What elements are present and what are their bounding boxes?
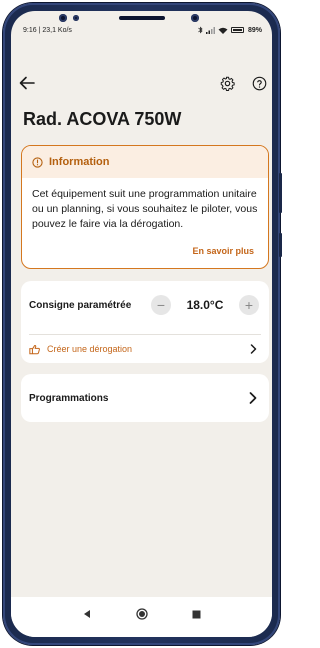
derogation-hand-icon (29, 344, 40, 354)
information-text: Cet équipement suit une programmation un… (32, 188, 258, 230)
signal-icon (205, 26, 215, 34)
arrow-left-icon (19, 76, 35, 90)
setpoint-label: Consigne paramétrée (29, 299, 132, 311)
bluetooth-icon (198, 26, 203, 34)
information-card: Information Cet équipement suit une prog… (21, 145, 269, 269)
status-icons: 89% (198, 26, 262, 34)
chevron-right-icon (249, 392, 257, 404)
divider (29, 334, 261, 335)
page-title: Rad. ACOVA 750W (23, 109, 182, 129)
programs-label: Programmations (29, 392, 109, 404)
nav-home-icon[interactable] (136, 608, 148, 620)
screen: 9:16 | 23,1 Ko/s 89% Rad. ACOVA 750W Inf… (11, 11, 272, 637)
gear-icon (220, 76, 235, 91)
programs-row[interactable]: Programmations (21, 374, 269, 422)
help-circle-icon (252, 76, 266, 90)
increase-button[interactable]: + (239, 295, 259, 315)
setpoint-value: 18.0°C (186, 298, 224, 312)
battery-icon (230, 27, 244, 33)
learn-more-link[interactable]: En savoir plus (192, 246, 254, 256)
information-header: Information (22, 146, 268, 178)
phone-frame: 9:16 | 23,1 Ko/s 89% Rad. ACOVA 750W Inf… (3, 3, 282, 645)
settings-button[interactable] (217, 73, 237, 93)
nav-back-icon[interactable] (82, 609, 92, 619)
status-time: 9:16 | 23,1 Ko/s (23, 26, 72, 34)
system-nav-bar (11, 597, 272, 637)
setpoint-card: Consigne paramétrée − 18.0°C + Créer une… (21, 281, 269, 363)
battery-level: 89% (247, 26, 262, 34)
status-bar: 9:16 | 23,1 Ko/s 89% (11, 11, 272, 37)
back-button[interactable] (17, 73, 37, 93)
chevron-right-icon (250, 344, 257, 354)
info-alert-icon (32, 156, 43, 168)
wifi-icon (218, 27, 228, 34)
side-button (279, 233, 282, 257)
decrease-button[interactable]: − (151, 295, 171, 315)
information-heading: Information (49, 156, 110, 168)
side-button (279, 173, 282, 213)
create-derogation-label: Créer une dérogation (47, 344, 133, 354)
setpoint-row: Consigne paramétrée − 18.0°C + (21, 281, 269, 329)
create-derogation-row[interactable]: Créer une dérogation (21, 337, 269, 361)
help-button[interactable] (249, 73, 269, 93)
nav-recents-icon[interactable] (192, 610, 201, 619)
app-header (11, 73, 272, 93)
